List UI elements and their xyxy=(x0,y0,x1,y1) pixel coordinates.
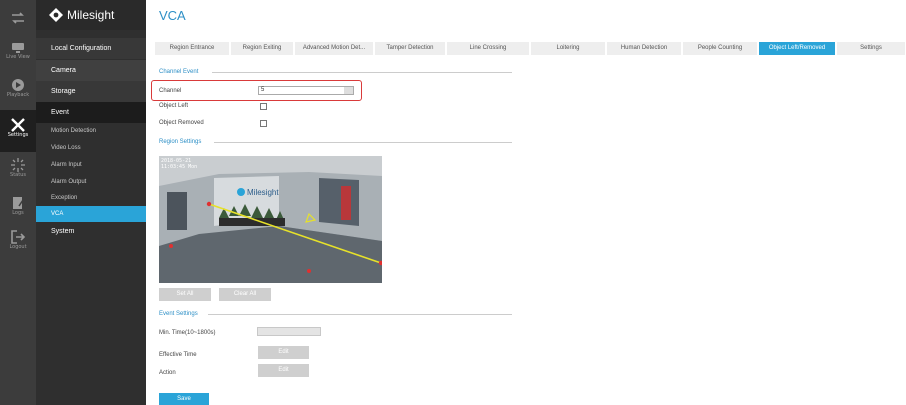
effective-time-edit-button[interactable]: Edit xyxy=(258,346,309,359)
divider xyxy=(214,142,512,143)
menu-event[interactable]: Event xyxy=(36,102,146,123)
rail-item-switch[interactable] xyxy=(0,0,36,34)
menu-camera[interactable]: Camera xyxy=(36,60,146,81)
region-settings-title: Region Settings xyxy=(159,139,202,145)
settings-menu: Milesight Local Configuration Camera Sto… xyxy=(36,0,146,405)
playback-icon xyxy=(12,79,24,91)
video-timestamp: 2018-05-21 11:03:45 Mon xyxy=(161,158,197,170)
effective-time-label: Effective Time xyxy=(159,352,197,358)
object-left-checkbox[interactable] xyxy=(260,103,267,110)
menu-sub-video-loss[interactable]: Video Loss xyxy=(36,140,146,156)
rail-item-playback[interactable]: Playback xyxy=(0,74,36,108)
menu-sub-alarm-output[interactable]: Alarm Output xyxy=(36,174,146,190)
action-edit-button[interactable]: Edit xyxy=(258,364,309,377)
logs-icon xyxy=(13,197,24,209)
tab-tamper-detection[interactable]: Tamper Detection xyxy=(375,42,445,55)
tab-line-crossing[interactable]: Line Crossing xyxy=(447,42,529,55)
app-window: Live View Playback Settings Status Logs … xyxy=(0,0,906,405)
tab-region-exiting[interactable]: Region Exiting xyxy=(231,42,293,55)
menu-sub-exception[interactable]: Exception xyxy=(36,190,146,206)
tab-advanced-motion-detection[interactable]: Advanced Motion Det... xyxy=(295,42,373,55)
tab-region-entrance[interactable]: Region Entrance xyxy=(155,42,229,55)
status-spinner-icon xyxy=(11,158,25,172)
brand-logo: Milesight xyxy=(36,0,146,30)
rail-item-settings[interactable]: Settings xyxy=(0,110,36,152)
object-removed-label: Object Removed xyxy=(159,120,204,126)
save-button[interactable]: Save xyxy=(159,393,209,405)
menu-system[interactable]: System xyxy=(36,221,146,242)
chevron-down-icon xyxy=(344,87,353,94)
divider xyxy=(208,314,512,315)
brand-name: Milesight xyxy=(67,8,115,22)
camera-preview[interactable]: 2018-05-21 11:03:45 Mon Milesight xyxy=(159,156,382,283)
channel-label: Channel xyxy=(159,88,182,94)
rail-item-logout[interactable]: Logout xyxy=(0,226,36,260)
rail-item-status[interactable]: Status xyxy=(0,154,36,188)
menu-storage[interactable]: Storage xyxy=(36,81,146,102)
object-removed-checkbox[interactable] xyxy=(260,120,267,127)
scene-brand-sign: Milesight xyxy=(247,188,279,197)
rail-label-settings: Settings xyxy=(7,132,29,138)
icon-rail: Live View Playback Settings Status Logs … xyxy=(0,0,36,405)
min-time-input[interactable] xyxy=(257,327,321,336)
channel-event-title: Channel Event xyxy=(159,69,199,75)
action-label: Action xyxy=(159,370,176,376)
rail-label-playback: Playback xyxy=(6,92,30,98)
tab-object-left-removed[interactable]: Object Left/Removed xyxy=(759,42,835,55)
video-timestamp-time: 11:03:45 Mon xyxy=(161,164,198,170)
page-title: VCA xyxy=(159,8,186,23)
main-content: VCA Region Entrance Region Exiting Advan… xyxy=(146,0,906,405)
rail-label-live-view: Live View xyxy=(6,54,30,60)
rail-label-logout: Logout xyxy=(9,244,27,250)
tab-human-detection[interactable]: Human Detection xyxy=(607,42,681,55)
min-time-label: Min. Time(10~1800s) xyxy=(159,330,216,336)
logout-icon xyxy=(11,230,26,244)
channel-select-value: 5 xyxy=(261,87,265,93)
event-settings-title: Event Settings xyxy=(159,311,198,317)
settings-tools-icon xyxy=(11,118,25,132)
rail-label-status: Status xyxy=(10,172,26,178)
rail-item-live-view[interactable]: Live View xyxy=(0,36,36,70)
object-left-label: Object Left xyxy=(159,103,189,109)
menu-sub-motion-detection[interactable]: Motion Detection xyxy=(36,123,146,139)
milesight-logo-icon xyxy=(49,8,63,22)
tab-settings[interactable]: Settings xyxy=(837,42,905,55)
rail-label-logs: Logs xyxy=(12,210,24,216)
tab-loitering[interactable]: Loitering xyxy=(531,42,605,55)
set-all-button[interactable]: Set All xyxy=(159,288,211,301)
tab-people-counting[interactable]: People Counting xyxy=(683,42,757,55)
live-view-icon xyxy=(12,43,24,53)
channel-select[interactable]: 5 xyxy=(258,86,354,95)
clear-all-button[interactable]: Clear All xyxy=(219,288,271,301)
menu-sub-alarm-input[interactable]: Alarm Input xyxy=(36,157,146,173)
menu-local-configuration[interactable]: Local Configuration xyxy=(36,38,146,59)
menu-sub-vca[interactable]: VCA xyxy=(36,206,146,222)
swap-arrows-icon xyxy=(12,12,24,24)
divider xyxy=(212,72,512,73)
camera-scene-image xyxy=(159,156,382,283)
rail-item-logs[interactable]: Logs xyxy=(0,192,36,226)
